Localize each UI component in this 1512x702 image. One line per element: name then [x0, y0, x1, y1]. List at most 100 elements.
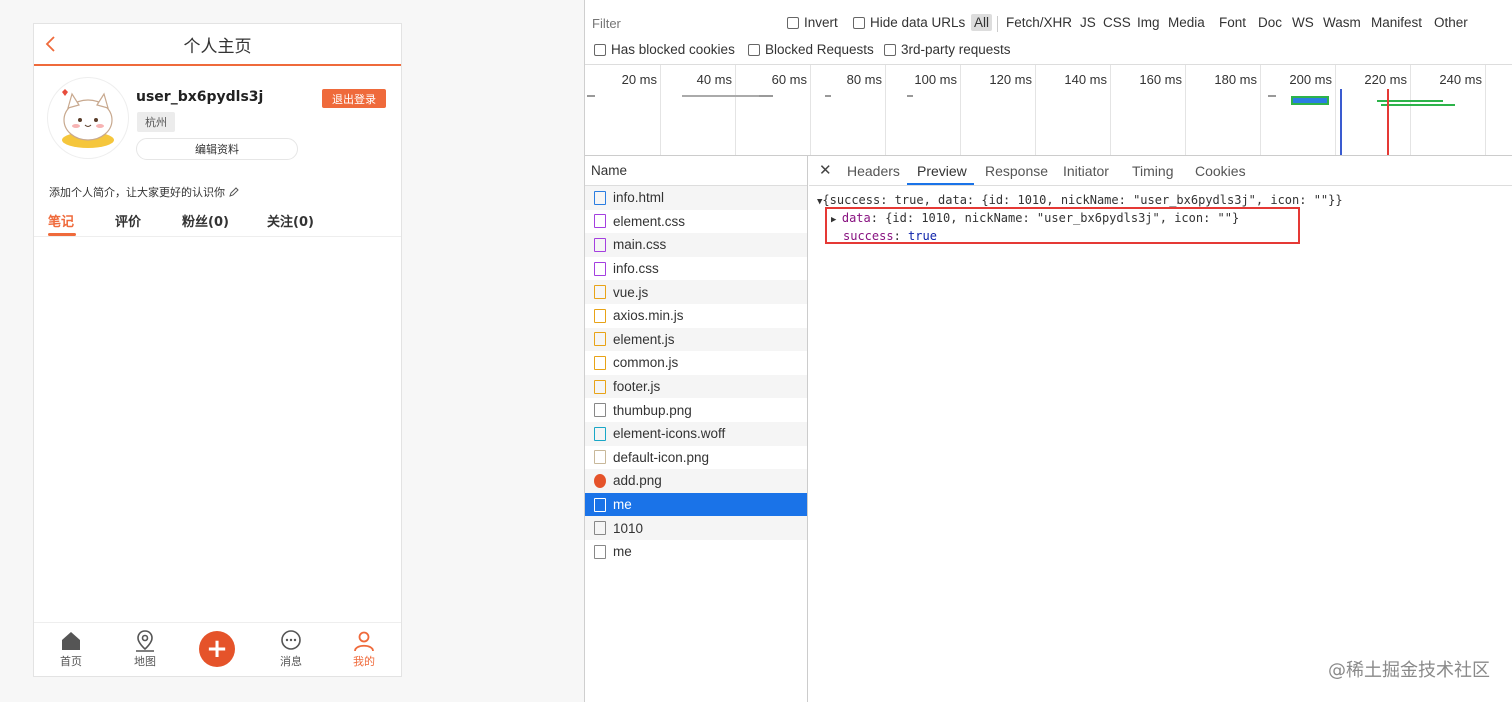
detail-tabs: ✕ Headers Preview Response Initiator Tim… — [809, 156, 1512, 186]
filter-type-xhr[interactable]: Fetch/XHR — [1006, 15, 1072, 30]
request-row-selected[interactable]: me — [585, 492, 807, 517]
tab-notes[interactable]: 笔记 — [48, 211, 74, 230]
name-column-header[interactable]: Name — [585, 156, 807, 186]
request-name: common.js — [613, 355, 679, 371]
tab-preview[interactable]: Preview — [917, 163, 967, 179]
tick-line — [885, 65, 886, 155]
tick-line — [1335, 65, 1336, 155]
tick-label: 120 ms — [989, 72, 1032, 87]
filter-type-all[interactable]: All — [971, 14, 993, 31]
cat-avatar-icon — [62, 89, 114, 148]
request-row[interactable]: common.js — [585, 351, 807, 375]
filter-toolbar: Invert Hide data URLs All Fetch/XHR JS C… — [585, 10, 1512, 36]
nav-me-label: 我的 — [353, 655, 375, 668]
blocked-requests-checkbox[interactable]: Blocked Requests — [748, 42, 874, 57]
nav-me[interactable]: 我的 — [339, 629, 389, 669]
edit-profile-button[interactable]: 编辑资料 — [136, 138, 298, 160]
devtools-network-panel: Invert Hide data URLs All Fetch/XHR JS C… — [584, 0, 1512, 702]
filter-input[interactable] — [589, 13, 773, 33]
profile-section: user_bx6pydls3j 杭州 编辑资料 退出登录 — [34, 66, 401, 174]
request-row[interactable]: default-icon.png — [585, 446, 807, 470]
intro-label: 添加个人简介，让大家更好的认识你 — [49, 186, 225, 199]
json-root[interactable]: ▼{success: true, data: {id: 1010, nickNa… — [817, 193, 1343, 207]
waterfall-bar — [587, 95, 595, 97]
request-row[interactable]: me — [585, 540, 807, 564]
request-row[interactable]: element.js — [585, 327, 807, 352]
request-row[interactable]: element.css — [585, 210, 807, 234]
filter-type-ws[interactable]: WS — [1292, 15, 1314, 30]
intro-text[interactable]: 添加个人简介，让大家更好的认识你 — [49, 184, 239, 200]
tab-timing[interactable]: Timing — [1132, 163, 1174, 179]
request-row[interactable]: 1010 — [585, 516, 807, 540]
checkbox-box — [787, 16, 799, 29]
request-row[interactable]: footer.js — [585, 374, 807, 399]
filter-type-css[interactable]: CSS — [1103, 15, 1131, 30]
tab-response[interactable]: Response — [985, 163, 1048, 179]
tick-line — [960, 65, 961, 155]
request-row[interactable]: main.css — [585, 233, 807, 257]
request-row[interactable]: info.html — [585, 186, 807, 210]
filter-type-img[interactable]: Img — [1137, 15, 1160, 30]
font-icon — [594, 426, 606, 441]
tab-initiator[interactable]: Initiator — [1063, 163, 1109, 179]
waterfall-overview[interactable]: 20 ms 40 ms 60 ms 80 ms 100 ms 120 ms 14… — [585, 64, 1512, 156]
app-header: 个人主页 — [34, 24, 401, 66]
request-row[interactable]: axios.min.js — [585, 304, 807, 328]
tick-label: 100 ms — [914, 72, 957, 87]
filter-type-other[interactable]: Other — [1434, 15, 1468, 30]
waterfall-bar — [759, 95, 773, 97]
request-name: vue.js — [613, 284, 649, 300]
user-icon — [354, 631, 374, 652]
request-row[interactable]: vue.js — [585, 280, 807, 304]
stylesheet-icon — [594, 261, 606, 276]
close-icon[interactable]: ✕ — [819, 161, 832, 179]
filter-type-manifest[interactable]: Manifest — [1371, 15, 1422, 30]
xhr-icon — [594, 544, 606, 559]
tick-label: 80 ms — [846, 72, 882, 87]
nav-map-label: 地图 — [134, 655, 156, 668]
logout-button[interactable]: 退出登录 — [322, 89, 386, 108]
filter-type-doc[interactable]: Doc — [1258, 15, 1282, 30]
request-list: Name info.html element.css main.css info… — [585, 156, 808, 702]
stylesheet-icon — [594, 237, 606, 252]
nav-messages[interactable]: 消息 — [266, 629, 316, 669]
nav-map[interactable]: 地图 — [120, 629, 170, 669]
request-name: element-icons.woff — [613, 426, 726, 442]
script-icon — [594, 332, 606, 347]
blocked-cookies-checkbox[interactable]: Has blocked cookies — [594, 42, 735, 57]
back-arrow-icon[interactable] — [42, 34, 60, 54]
request-row[interactable]: element-icons.woff — [585, 421, 807, 446]
hide-data-urls-checkbox[interactable]: Hide data URLs — [853, 15, 965, 30]
filter-type-font[interactable]: Font — [1219, 15, 1246, 30]
xhr-icon — [594, 521, 606, 536]
checkbox-box — [884, 43, 896, 56]
filter-type-js[interactable]: JS — [1080, 15, 1096, 30]
filter-type-wasm[interactable]: Wasm — [1323, 15, 1361, 30]
avatar[interactable] — [48, 78, 128, 158]
tick-label: 200 ms — [1289, 72, 1332, 87]
tab-reviews[interactable]: 评价 — [115, 211, 141, 230]
invert-checkbox[interactable]: Invert — [787, 15, 838, 30]
third-party-checkbox[interactable]: 3rd-party requests — [884, 42, 1011, 57]
script-icon — [594, 285, 606, 300]
nav-home[interactable]: 首页 — [46, 629, 96, 669]
filter-type-media[interactable]: Media — [1168, 15, 1205, 30]
add-post-button[interactable]: + — [199, 631, 235, 667]
tab-following[interactable]: 关注(0) — [267, 211, 314, 230]
json-summary: {success: true, data: {id: 1010, nickNam… — [822, 193, 1343, 207]
tick-line — [1260, 65, 1261, 155]
tab-fans[interactable]: 粉丝(0) — [182, 211, 229, 230]
tab-cookies[interactable]: Cookies — [1195, 163, 1246, 179]
bottom-nav: 首页 地图 + 消息 我的 — [34, 622, 401, 676]
request-row[interactable]: info.css — [585, 257, 807, 281]
profile-tabs: 笔记 评价 粉丝(0) 关注(0) — [34, 209, 401, 237]
waterfall-bar — [825, 95, 831, 97]
request-name: add.png — [613, 473, 662, 489]
request-name: main.css — [613, 237, 667, 253]
tick-line — [1110, 65, 1111, 155]
request-row[interactable]: thumbup.png — [585, 398, 807, 422]
request-name: axios.min.js — [613, 308, 684, 324]
tick-line — [1185, 65, 1186, 155]
request-row[interactable]: add.png — [585, 469, 807, 493]
tab-headers[interactable]: Headers — [847, 163, 900, 179]
